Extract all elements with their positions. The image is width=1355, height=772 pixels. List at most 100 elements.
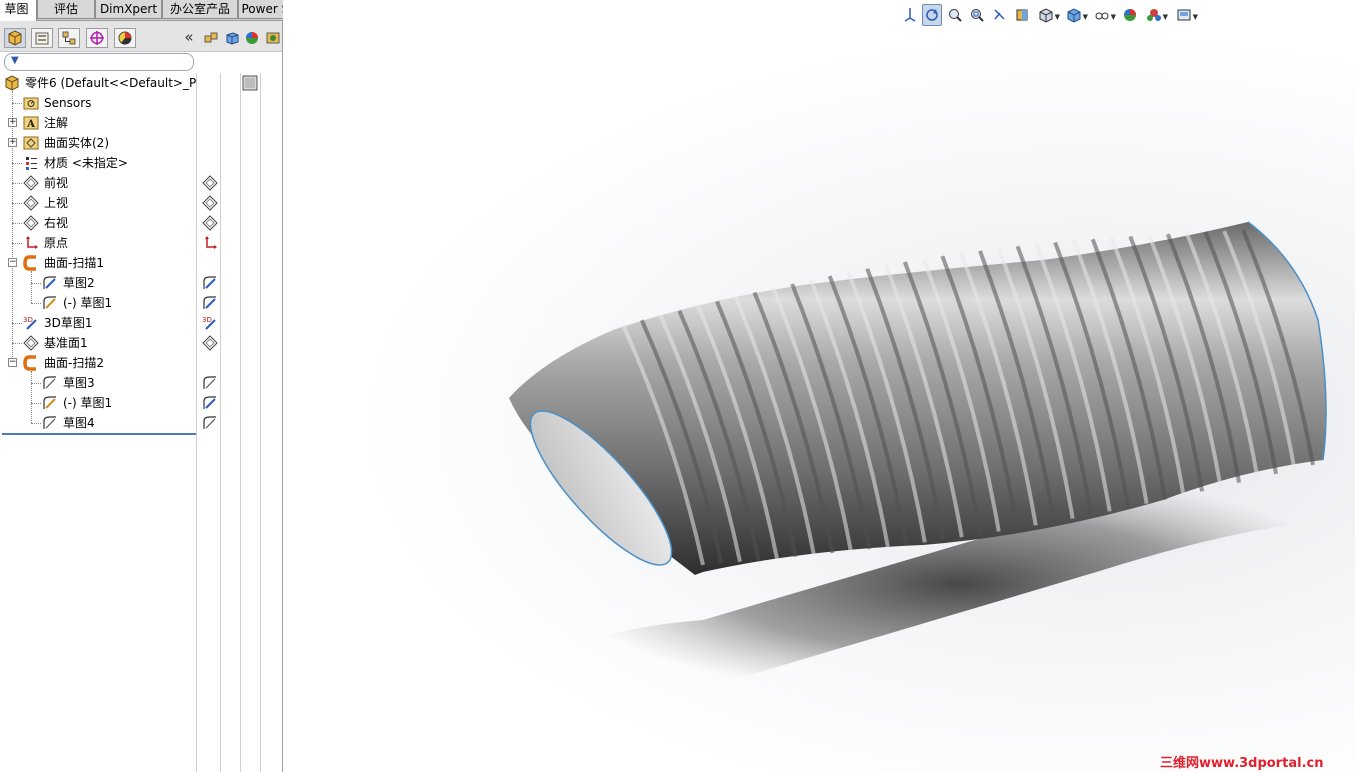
tree-line xyxy=(12,343,22,344)
tree-line xyxy=(12,323,22,324)
sketch-icon xyxy=(41,414,59,432)
panel-toolbar: « xyxy=(0,21,282,52)
sketch-icon xyxy=(41,374,59,392)
tree-item-sketch2[interactable]: 草图2 xyxy=(0,273,282,293)
tree-line xyxy=(12,103,22,104)
tree-item-label: 基准面1 xyxy=(44,336,88,350)
tree-item-label: 草图4 xyxy=(63,416,95,430)
tree-line xyxy=(12,243,22,244)
tree-item-material[interactable]: 材质 <未指定> xyxy=(0,153,282,173)
origin-icon xyxy=(201,234,219,252)
orient-icon[interactable] xyxy=(900,4,920,26)
tree-item-front-plane[interactable]: 前视 xyxy=(0,173,282,193)
tree-item-sketch4[interactable]: 草图4 xyxy=(0,413,282,433)
scene-icon[interactable]: ▼ xyxy=(1144,4,1168,26)
tree-item-3dsketch1[interactable]: 3D 3D草图1 3D xyxy=(0,313,282,333)
sketch-icon xyxy=(41,294,59,312)
plane-icon xyxy=(22,174,40,192)
feature-manager-icon[interactable] xyxy=(4,28,26,48)
watermark: 三维网www.3dportal.cn xyxy=(1160,756,1324,771)
tree-item-label: 曲面-扫描2 xyxy=(44,356,104,370)
tree-item-surface-bodies[interactable]: + 曲面实体(2) xyxy=(0,133,282,153)
tree-item-part[interactable]: 零件6 (Default<<Default>_Ph xyxy=(0,73,282,93)
tree-line xyxy=(31,283,41,284)
tree-item-label: (-) 草图1 xyxy=(63,396,113,410)
tree-item-top-plane[interactable]: 上视 xyxy=(0,193,282,213)
plane-icon xyxy=(201,174,219,192)
zoom-to-fit-icon[interactable] xyxy=(945,4,965,26)
expand-toggle[interactable]: + xyxy=(8,118,17,127)
surface-bodies-icon xyxy=(22,134,40,152)
tree-item-label: 原点 xyxy=(44,236,69,250)
tree-item-label: 3D草图1 xyxy=(44,316,93,330)
display-style-icon[interactable]: ▼ xyxy=(1064,4,1088,26)
tree-item-origin[interactable]: 原点 xyxy=(0,233,282,253)
tree-filter[interactable]: ▼ xyxy=(4,53,194,71)
tree-item-annotations[interactable]: + A 注解 xyxy=(0,113,282,133)
tab-dimxpert[interactable]: DimXpert xyxy=(95,0,162,19)
part-display-icon[interactable] xyxy=(241,74,259,92)
tree-item-label: 注解 xyxy=(44,116,69,130)
hide-show-icon[interactable]: ▼ xyxy=(1092,4,1116,26)
configuration-manager-icon[interactable] xyxy=(58,28,80,48)
graphics-area[interactable]: ▼ ▼ ▼ ▼ ▼ xyxy=(283,0,1355,772)
appearance-icon[interactable] xyxy=(1120,4,1140,26)
tree-item-sketch1a[interactable]: (-) 草图1 xyxy=(0,293,282,313)
plane-icon xyxy=(22,334,40,352)
tab-evaluate[interactable]: 评估 xyxy=(37,0,95,19)
tree-line xyxy=(12,223,22,224)
collapse-toggle[interactable]: − xyxy=(8,258,17,267)
plane-icon xyxy=(201,194,219,212)
section-view-icon[interactable] xyxy=(1012,4,1032,26)
tree-item-label: 草图3 xyxy=(63,376,95,390)
dimxpert-manager-icon[interactable] xyxy=(86,28,108,48)
origin-icon xyxy=(22,234,40,252)
scene-icon[interactable] xyxy=(262,28,284,48)
plane-icon xyxy=(201,214,219,232)
tree-line xyxy=(12,163,22,164)
tree-item-sketch3[interactable]: 草图3 xyxy=(0,373,282,393)
tree-item-sweep2[interactable]: − 曲面-扫描2 xyxy=(0,353,282,373)
tree-item-label: (-) 草图1 xyxy=(63,296,113,310)
tree-item-plane1[interactable]: 基准面1 xyxy=(0,333,282,353)
sketch-icon xyxy=(41,394,59,412)
tab-sketch[interactable]: 草图 xyxy=(0,0,37,21)
previous-view-icon[interactable] xyxy=(990,4,1010,26)
tree-item-right-plane[interactable]: 右视 xyxy=(0,213,282,233)
view-settings-icon[interactable]: ▼ xyxy=(1174,4,1198,26)
tree-item-sweep1[interactable]: − 曲面-扫描1 xyxy=(0,253,282,273)
sketch-icon xyxy=(201,274,219,292)
expand-toggle[interactable]: + xyxy=(8,138,17,147)
tree-line xyxy=(31,383,41,384)
part-icon xyxy=(3,74,21,92)
property-manager-icon[interactable] xyxy=(31,28,53,48)
appearance-ball-icon[interactable] xyxy=(241,28,263,48)
tree-line xyxy=(12,183,22,184)
tree-item-label: 材质 <未指定> xyxy=(44,156,128,170)
tab-office-products[interactable]: 办公室产品 xyxy=(162,0,238,19)
tree-item-sensors[interactable]: Sensors xyxy=(0,93,282,113)
sketch-icon xyxy=(201,414,219,432)
collapse-panel-button[interactable]: « xyxy=(182,28,196,48)
zoom-to-area-icon[interactable] xyxy=(967,4,987,26)
configurations-icon[interactable] xyxy=(200,28,222,48)
cube-view-icon[interactable] xyxy=(221,28,243,48)
sketch-icon xyxy=(41,274,59,292)
tree-item-label: 草图2 xyxy=(63,276,95,290)
svg-text:3D: 3D xyxy=(23,316,33,324)
rollback-bar[interactable] xyxy=(2,433,196,435)
sweep-surface-icon xyxy=(22,354,40,372)
plane-icon xyxy=(22,214,40,232)
tree-item-label: 右视 xyxy=(44,216,69,230)
rotate-view-icon[interactable] xyxy=(922,4,942,26)
sketch-icon xyxy=(201,374,219,392)
tree-item-label: 零件6 (Default<<Default>_Ph xyxy=(25,76,197,90)
view-orientation-icon[interactable]: ▼ xyxy=(1036,4,1060,26)
tree-item-sketch1b[interactable]: (-) 草图1 xyxy=(0,393,282,413)
sketch-icon xyxy=(201,394,219,412)
svg-text:3D: 3D xyxy=(202,316,212,324)
plane-icon xyxy=(22,194,40,212)
collapse-toggle[interactable]: − xyxy=(8,358,17,367)
display-manager-icon[interactable] xyxy=(114,28,136,48)
tree-line xyxy=(12,203,22,204)
